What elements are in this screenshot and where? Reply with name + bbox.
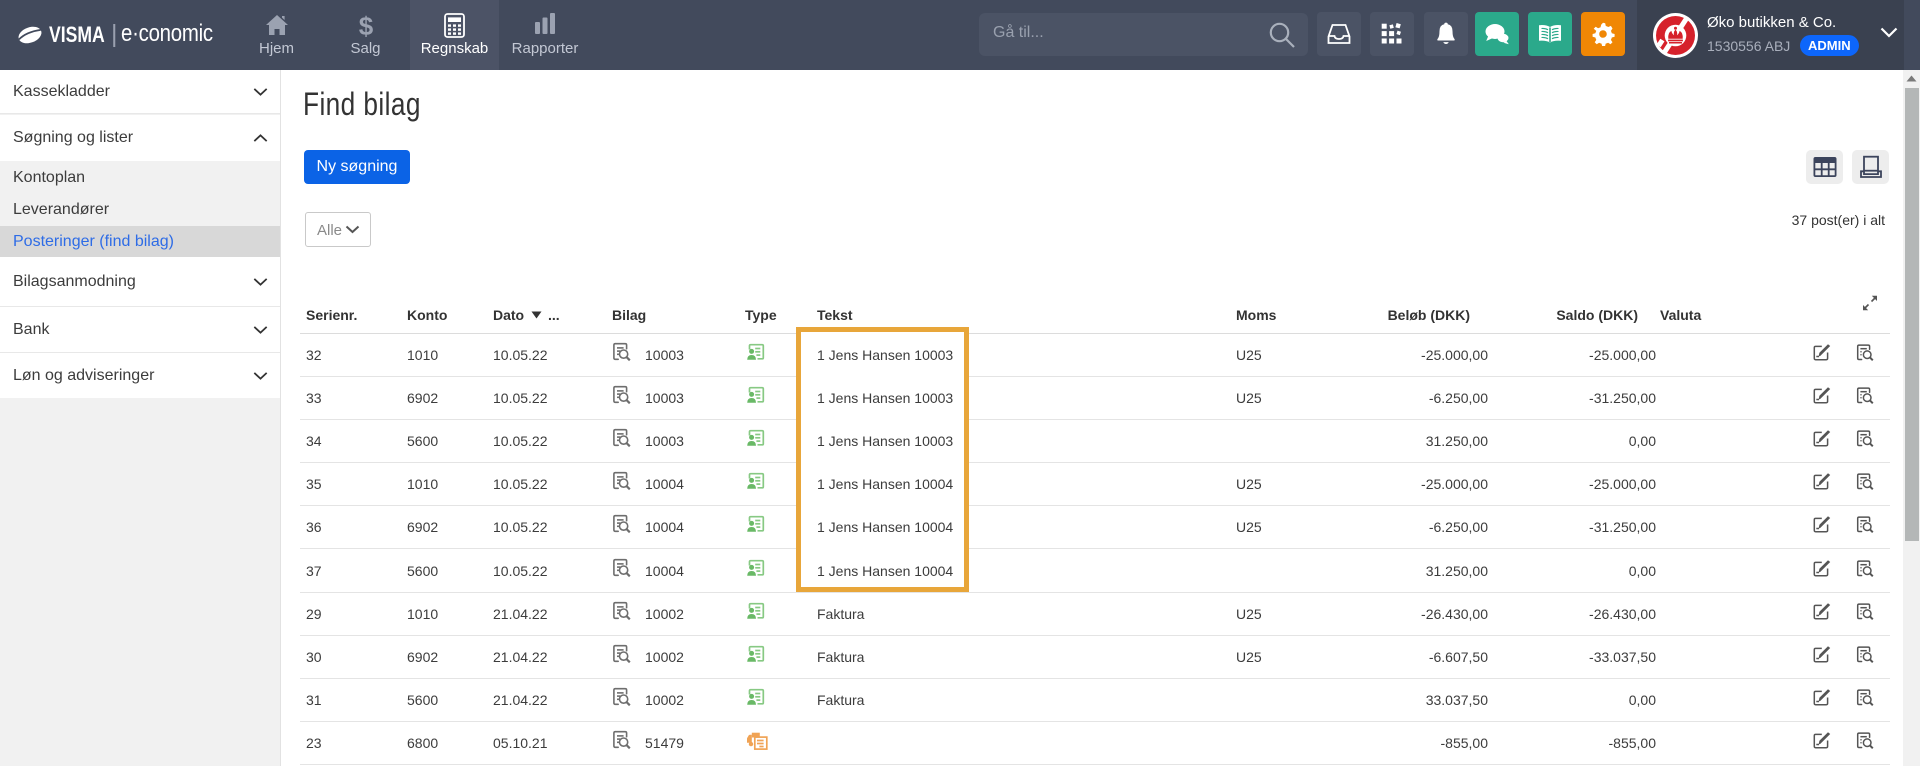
svg-text:$: $ — [358, 13, 373, 40]
